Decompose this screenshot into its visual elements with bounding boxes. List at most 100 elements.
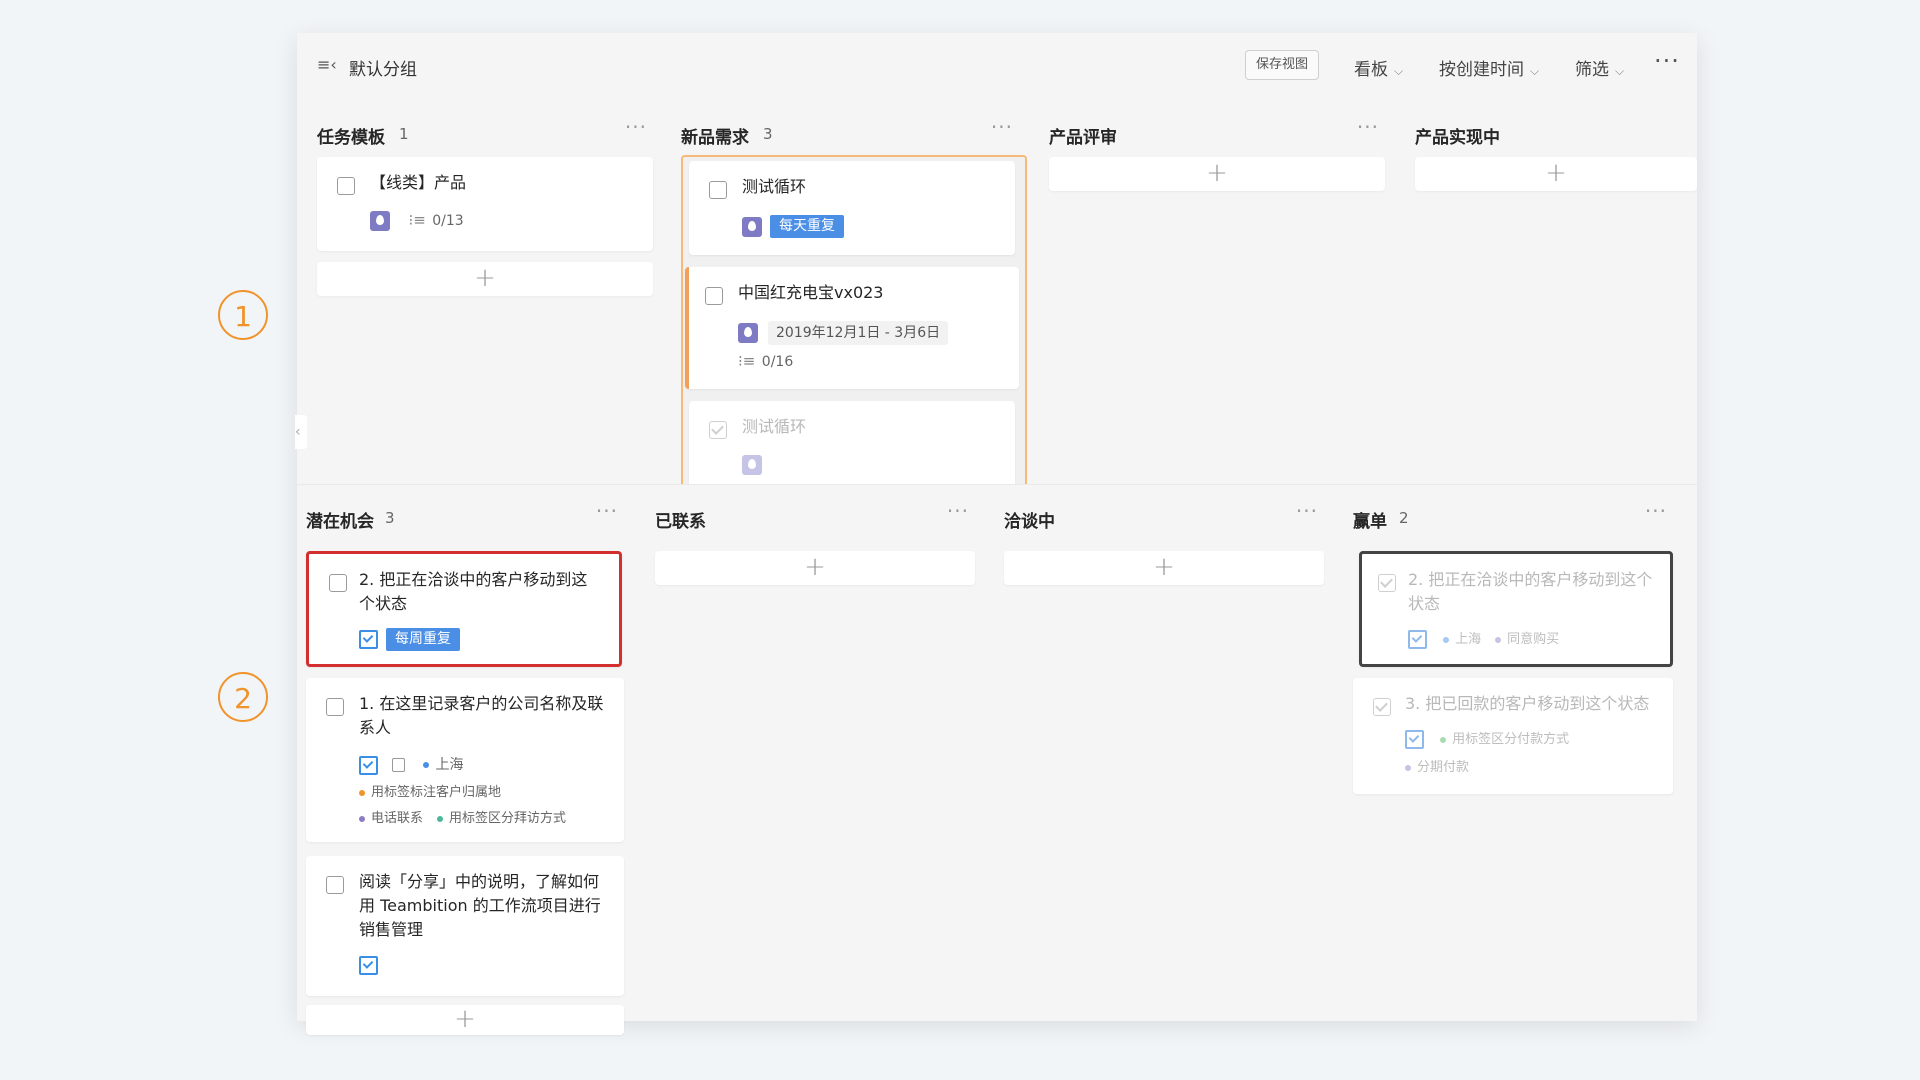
column-product-review: 产品评审 ··· + xyxy=(1049,115,1385,517)
task-title: 2. 把正在洽谈中的客户移动到这个状态 xyxy=(1408,570,1653,613)
add-task-button[interactable]: + xyxy=(317,262,653,296)
add-task-button[interactable]: + xyxy=(1415,157,1697,191)
view-mode-dropdown[interactable]: 看板 ⌵ xyxy=(1354,55,1403,80)
column-title: 已联系 xyxy=(655,512,706,532)
task-card[interactable]: 3. 把已回款的客户移动到这个状态 用标签区分付款方式 分期付款 xyxy=(1353,678,1673,794)
note-icon xyxy=(392,758,405,772)
sort-dropdown[interactable]: 按创建时间 ⌵ xyxy=(1439,55,1539,80)
column-title: 洽谈中 xyxy=(1004,512,1055,532)
task-checkbox[interactable] xyxy=(326,698,344,716)
subtask-list-icon: ⁝≡ xyxy=(408,211,426,229)
label-text: 同意购买 xyxy=(1507,632,1560,647)
task-type-icon xyxy=(359,755,378,775)
task-title: 3. 把已回款的客户移动到这个状态 xyxy=(1405,694,1650,713)
task-checkbox[interactable] xyxy=(326,876,344,894)
add-task-button[interactable]: + xyxy=(306,1005,624,1035)
label-text: 上海 xyxy=(1455,632,1482,647)
filter-dropdown[interactable]: 筛选 ⌵ xyxy=(1575,55,1624,80)
task-type-icon xyxy=(1405,730,1424,749)
column-more-icon[interactable]: ··· xyxy=(625,115,647,139)
task-title: 阅读「分享」中的说明，了解如何用 Teambition 的工作流项目进行销售管理 xyxy=(359,872,601,939)
task-title: 测试循环 xyxy=(742,177,807,196)
column-won: 赢单 2 ··· 2. 把正在洽谈中的客户移动到这个状态 上海 同意购买 3. 把… xyxy=(1353,499,1673,823)
chevron-down-icon: ⌵ xyxy=(1615,64,1625,78)
drop-icon xyxy=(742,216,762,237)
label-dot xyxy=(1405,764,1411,771)
task-card-highlighted[interactable]: 2. 把正在洽谈中的客户移动到这个状态 每周重复 xyxy=(306,551,622,667)
subtask-count: 0/13 xyxy=(432,213,464,229)
label-dot xyxy=(359,815,365,822)
label-text: 用标签区分付款方式 xyxy=(1452,732,1570,747)
column-title: 产品评审 xyxy=(1049,128,1117,148)
column-count: 3 xyxy=(763,125,773,143)
task-checkbox[interactable] xyxy=(709,421,727,439)
callout-badge-1: 1 xyxy=(218,290,268,340)
column-header: 洽谈中 ··· xyxy=(1004,499,1324,533)
kanban-window: ≡‹ 默认分组 保存视图 看板 ⌵ 按创建时间 ⌵ 筛选 ⌵ ··· ‹ 任务模板 1… xyxy=(295,33,1697,1035)
column-title: 赢单 xyxy=(1353,512,1387,532)
task-card[interactable]: 测试循环 每天重复 xyxy=(689,161,1015,255)
column-potential-opportunity: 潜在机会 3 ··· 2. 把正在洽谈中的客户移动到这个状态 每周重复 1. 在… xyxy=(306,499,624,1035)
column-more-icon[interactable]: ··· xyxy=(1645,499,1667,523)
label-dot xyxy=(423,762,430,768)
task-title: 测试循环 xyxy=(742,417,807,436)
column-count: 2 xyxy=(1399,509,1409,527)
label-text: 上海 xyxy=(435,757,464,773)
column-new-requirements: 新品需求 3 ··· 测试循环 每天重复 中国红充电宝vx023 2019年12… xyxy=(681,115,1027,517)
task-checkbox[interactable] xyxy=(1373,698,1391,716)
view-mode-label: 看板 xyxy=(1354,60,1388,80)
task-checkbox[interactable] xyxy=(709,181,727,199)
toolbar: ≡‹ 默认分组 保存视图 看板 ⌵ 按创建时间 ⌵ 筛选 ⌵ ··· xyxy=(297,33,1697,99)
column-title: 新品需求 xyxy=(681,128,749,148)
chevron-down-icon: ⌵ xyxy=(1530,64,1540,78)
column-title: 潜在机会 xyxy=(306,512,374,532)
task-checkbox[interactable] xyxy=(329,574,347,592)
subtask-count: 0/16 xyxy=(761,354,794,370)
task-card[interactable]: 1. 在这里记录客户的公司名称及联系人 上海 用标签标注客户归属地 电话联系 用标… xyxy=(306,678,624,842)
column-more-icon[interactable]: ··· xyxy=(947,499,969,523)
task-card[interactable]: 【线类】产品 ⁝≡ 0/13 xyxy=(317,157,653,251)
task-card[interactable]: 中国红充电宝vx023 2019年12月1日 - 3月6日 ⁝≡ 0/16 xyxy=(685,267,1019,389)
column-header: 产品评审 ··· xyxy=(1049,115,1385,149)
canvas: 1 2 ≡‹ 默认分组 保存视图 看板 ⌵ 按创建时间 ⌵ 筛选 ⌵ ··· ‹ 任务… xyxy=(0,0,1920,1080)
column-count: 3 xyxy=(385,509,395,527)
column-contacted: 已联系 ··· + xyxy=(655,499,975,703)
column-title: 产品实现中 xyxy=(1415,128,1500,148)
label-text: 用标签区分拜访方式 xyxy=(449,811,567,826)
task-checkbox[interactable] xyxy=(337,177,355,195)
subtask-list-icon: ⁝≡ xyxy=(738,352,756,370)
label-text: 用标签标注客户归属地 xyxy=(371,785,502,800)
column-header: 已联系 ··· xyxy=(655,499,975,533)
label-text: 分期付款 xyxy=(1417,760,1470,775)
task-type-icon xyxy=(1408,630,1427,649)
drop-icon xyxy=(370,211,390,231)
add-task-button[interactable]: + xyxy=(1049,157,1385,191)
more-options-icon[interactable]: ··· xyxy=(1654,47,1680,75)
task-card-highlighted[interactable]: 2. 把正在洽谈中的客户移动到这个状态 上海 同意购买 xyxy=(1359,551,1673,667)
column-more-icon[interactable]: ··· xyxy=(1296,499,1318,523)
filter-label: 筛选 xyxy=(1575,60,1609,80)
column-more-icon[interactable]: ··· xyxy=(1357,115,1379,139)
column-product-in-progress: 产品实现中 + xyxy=(1415,119,1697,517)
column-more-icon[interactable]: ··· xyxy=(596,499,618,523)
column-more-icon[interactable]: ··· xyxy=(991,115,1013,139)
repeat-tag: 每周重复 xyxy=(386,628,460,651)
label-dot xyxy=(1443,636,1450,643)
group-menu-icon[interactable]: ≡‹ xyxy=(317,55,337,74)
column-header: 潜在机会 3 ··· xyxy=(306,499,624,533)
column-negotiating: 洽谈中 ··· + xyxy=(1004,499,1324,703)
add-task-button[interactable]: + xyxy=(1004,551,1324,585)
task-card[interactable]: 阅读「分享」中的说明，了解如何用 Teambition 的工作流项目进行销售管理 xyxy=(306,856,624,996)
column-header: 产品实现中 xyxy=(1415,119,1697,149)
task-checkbox[interactable] xyxy=(1378,574,1396,592)
column-header: 任务模板 1 ··· xyxy=(317,115,653,149)
label-dot xyxy=(437,815,444,822)
task-checkbox[interactable] xyxy=(705,287,723,305)
column-header: 赢单 2 ··· xyxy=(1353,499,1673,533)
column-count: 1 xyxy=(399,125,409,143)
label-dot xyxy=(1440,736,1447,743)
column-header: 新品需求 3 ··· xyxy=(681,115,1027,149)
save-view-button[interactable]: 保存视图 xyxy=(1245,50,1320,80)
add-task-button[interactable]: + xyxy=(655,551,975,585)
group-title: 默认分组 xyxy=(349,60,417,80)
